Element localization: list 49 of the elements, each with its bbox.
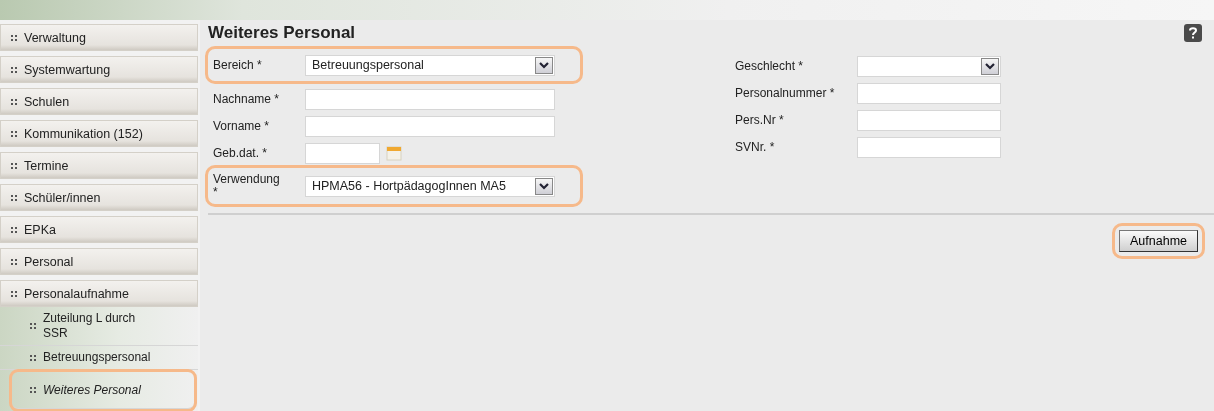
input-field[interactable] [857,82,1001,104]
bullet-icon [30,354,36,361]
select-field[interactable]: Betreuungspersonal [305,54,555,76]
bullet-icon [30,323,36,329]
bullet-icon [11,162,17,169]
input-field[interactable] [305,88,555,110]
input-field[interactable] [857,136,1001,158]
nav-subitem[interactable]: Zuteilung L durch SSR [0,307,198,346]
dropdown-icon [981,57,999,75]
nav-item[interactable]: Verwaltung [0,24,198,51]
dropdown-icon [535,177,553,195]
field-label: Nachname * [213,92,281,106]
field-label: Vorname * [213,119,271,133]
bullet-icon [11,226,17,233]
field-label: Pers.Nr * [735,113,785,127]
field-label: Geschlecht * [735,59,805,73]
bullet-icon [11,66,17,73]
field-label: SVNr. * [735,140,776,154]
field-label: Geb.dat. * [213,146,269,160]
input-field[interactable] [857,109,1001,131]
bullet-icon [11,98,17,105]
nav-item[interactable]: EPKa [0,216,198,243]
nav-item[interactable]: Schüler/innen [0,184,198,211]
help-icon[interactable] [1184,24,1202,42]
nav-item[interactable]: Kommunikation (152) [0,120,198,147]
bullet-icon [11,290,17,297]
nav-item[interactable]: Schulen [0,88,198,115]
field-label: Bereich * [213,58,263,72]
select-field[interactable] [857,55,1001,77]
bullet-icon [11,194,17,201]
nav-subitem[interactable]: Weiteres Personal [12,372,194,409]
nav-item[interactable]: Systemwartung [0,56,198,83]
select-field[interactable]: HPMA56 - HortpädagogInnen MA5 [305,175,555,197]
submit-button[interactable]: Aufnahme [1119,230,1198,252]
input-field[interactable] [305,115,555,137]
calendar-icon[interactable] [386,145,402,161]
nav-item[interactable]: Termine [0,152,198,179]
nav-item[interactable]: Personal [0,248,198,275]
nav-item[interactable]: Personalaufnahme [0,280,198,307]
date-field[interactable] [305,142,380,164]
bullet-icon [30,387,36,393]
bullet-icon [11,258,17,265]
bullet-icon [11,130,17,137]
field-label: Personalnummer * [735,86,836,100]
dropdown-icon [535,56,553,74]
page-title: Weiteres Personal [208,23,356,43]
nav-subitem[interactable]: Betreuungspersonal [0,346,198,370]
bullet-icon [11,34,17,41]
field-label: Verwendung * [213,173,281,199]
